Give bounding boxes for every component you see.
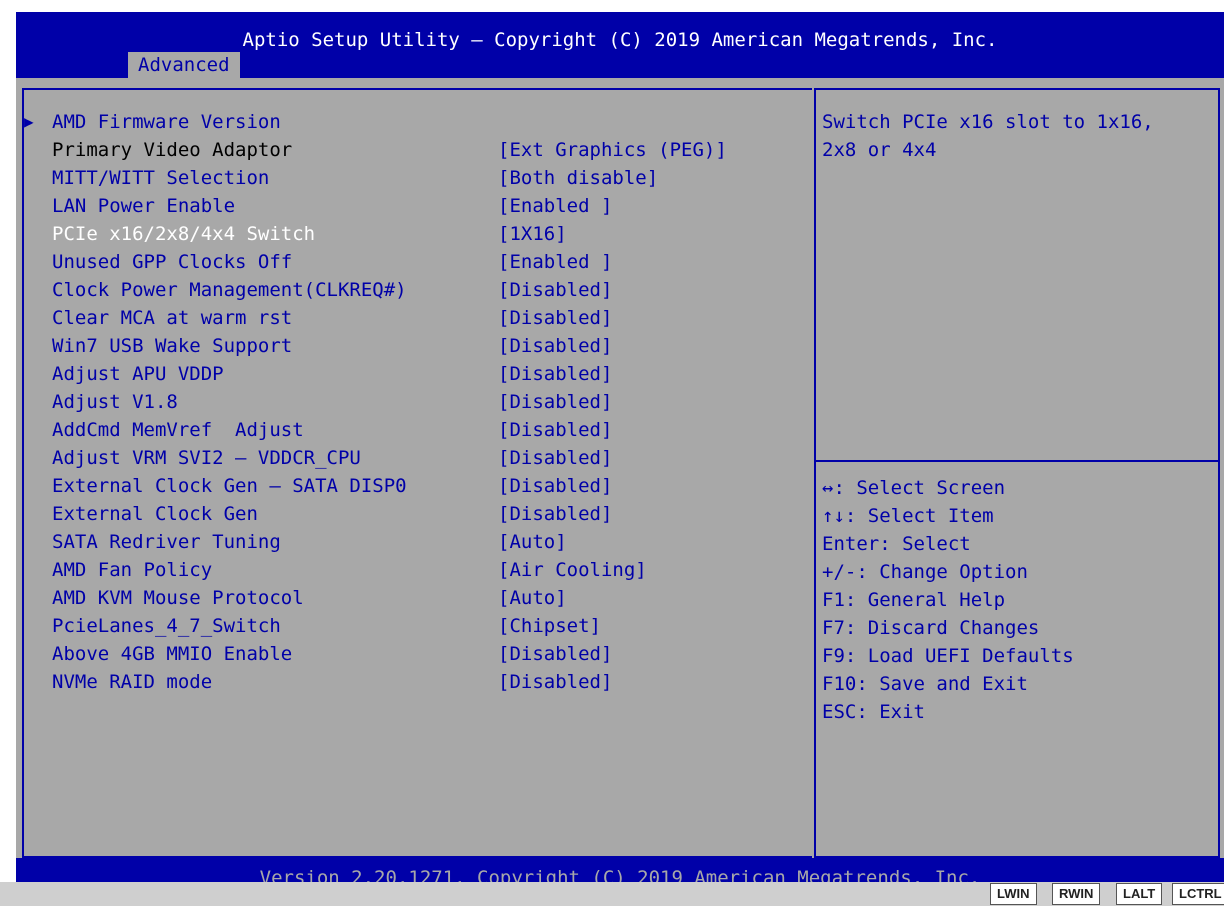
key-hint-load-defaults: F9: Load UEFI Defaults [822, 645, 1074, 667]
help-divider [816, 460, 1218, 462]
menu-item-value: [Auto] [498, 587, 567, 609]
menu-item-label: PcieLanes_4_7_Switch [52, 615, 281, 637]
menu-item-amd-fan-policy[interactable]: AMD Fan Policy [Air Cooling] [24, 556, 804, 584]
tab-advanced[interactable]: Advanced [128, 52, 240, 78]
key-hint-select-screen: ↔: Select Screen [822, 477, 1006, 499]
menu-item-value: [Enabled ] [498, 251, 613, 273]
menu-item-pcielanes-switch[interactable]: PcieLanes_4_7_Switch [Chipset] [24, 612, 804, 640]
menu-item-nvme-raid-mode[interactable]: NVMe RAID mode [Disabled] [24, 668, 804, 696]
menu-item-adjust-vrm-svi2[interactable]: Adjust VRM SVI2 – VDDCR_CPU [Disabled] [24, 444, 804, 472]
menu-item-adjust-apu-vddp[interactable]: Adjust APU VDDP [Disabled] [24, 360, 804, 388]
menu-item-clock-power-management[interactable]: Clock Power Management(CLKREQ#) [Disable… [24, 276, 804, 304]
key-hint-enter: Enter: Select [822, 533, 971, 555]
menu-item-value: [Disabled] [498, 447, 613, 469]
menu-item-label: Clear MCA at warm rst [52, 307, 293, 329]
menu-item-ext-clock-gen-sata[interactable]: External Clock Gen – SATA DISP0 [Disable… [24, 472, 804, 500]
kvm-key-lctrl[interactable]: LCTRL [1172, 883, 1224, 905]
menu-item-value: [1X16] [498, 223, 567, 245]
menu-item-value: [Disabled] [498, 419, 613, 441]
menu-item-ext-clock-gen[interactable]: External Clock Gen [Disabled] [24, 500, 804, 528]
key-hint-discard-changes: F7: Discard Changes [822, 617, 1040, 639]
menu-item-label: MITT/WITT Selection [52, 167, 270, 189]
key-hint-save-exit: F10: Save and Exit [822, 673, 1028, 695]
menu-item-value: [Disabled] [498, 335, 613, 357]
menu-item-value: [Disabled] [498, 391, 613, 413]
menu-item-label: Clock Power Management(CLKREQ#) [52, 279, 407, 301]
menu-item-label: Primary Video Adaptor [52, 139, 293, 161]
menu-item-value: [Disabled] [498, 503, 613, 525]
help-panel [814, 88, 1220, 858]
menu-item-adjust-v18[interactable]: Adjust V1.8 [Disabled] [24, 388, 804, 416]
menu-item-label: AMD Fan Policy [52, 559, 213, 581]
menu-item-value: [Auto] [498, 531, 567, 553]
menu-item-label: NVMe RAID mode [52, 671, 213, 693]
menu-item-label: Adjust VRM SVI2 – VDDCR_CPU [52, 447, 361, 469]
menu-item-label: SATA Redriver Tuning [52, 531, 281, 553]
menu-item-value: [Enabled ] [498, 195, 613, 217]
menu-item-label: Adjust V1.8 [52, 391, 178, 413]
key-hint-esc-exit: ESC: Exit [822, 701, 925, 723]
key-hint-change-option: +/-: Change Option [822, 561, 1028, 583]
menu-item-value: [Disabled] [498, 307, 613, 329]
key-hint-general-help: F1: General Help [822, 589, 1006, 611]
menu-item-clear-mca[interactable]: Clear MCA at warm rst [Disabled] [24, 304, 804, 332]
header-bar: Aptio Setup Utility – Copyright (C) 2019… [16, 12, 1224, 78]
menu-item-label: PCIe x16/2x8/4x4 Switch [52, 223, 316, 245]
menu-item-value: [Ext Graphics (PEG)] [498, 139, 727, 161]
menu-item-above-4gb-mmio[interactable]: Above 4GB MMIO Enable [Disabled] [24, 640, 804, 668]
menu-item-unused-gpp-clocks-off[interactable]: Unused GPP Clocks Off [Enabled ] [24, 248, 804, 276]
menu-item-value: [Disabled] [498, 671, 613, 693]
help-description-line: Switch PCIe x16 slot to 1x16, [822, 111, 1154, 133]
menu-item-value: [Disabled] [498, 643, 613, 665]
menu-item-pcie-switch[interactable]: PCIe x16/2x8/4x4 Switch [1X16] [24, 220, 804, 248]
menu-item-label: AMD Firmware Version [52, 111, 281, 133]
kvm-key-rwin[interactable]: RWIN [1052, 883, 1101, 905]
menu-item-mitt-witt-selection[interactable]: MITT/WITT Selection [Both disable] [24, 164, 804, 192]
menu-item-amd-firmware-version[interactable]: ▶ AMD Firmware Version [24, 108, 804, 136]
footer-bar: Version 2.20.1271. Copyright (C) 2019 Am… [16, 858, 1224, 882]
utility-title: Aptio Setup Utility – Copyright (C) 2019… [242, 29, 998, 51]
menu-item-label: LAN Power Enable [52, 195, 236, 217]
menu-item-label: Adjust APU VDDP [52, 363, 224, 385]
menu-item-value: [Disabled] [498, 363, 613, 385]
help-description-line: 2x8 or 4x4 [822, 139, 937, 161]
version-text: Version 2.20.1271. Copyright (C) 2019 Am… [259, 867, 981, 882]
menu-item-value: [Air Cooling] [498, 559, 647, 581]
bios-screen: Aptio Setup Utility – Copyright (C) 2019… [16, 12, 1224, 882]
menu-item-amd-kvm-mouse[interactable]: AMD KVM Mouse Protocol [Auto] [24, 584, 804, 612]
menu-item-primary-video-adaptor: Primary Video Adaptor [Ext Graphics (PEG… [24, 136, 804, 164]
menu-item-lan-power-enable[interactable]: LAN Power Enable [Enabled ] [24, 192, 804, 220]
menu-item-label: External Clock Gen – SATA DISP0 [52, 475, 407, 497]
menu-item-value: [Disabled] [498, 475, 613, 497]
menu-item-sata-redriver-tuning[interactable]: SATA Redriver Tuning [Auto] [24, 528, 804, 556]
menu-item-value: [Disabled] [498, 279, 613, 301]
kvm-key-lwin[interactable]: LWIN [990, 883, 1037, 905]
menu-item-label: External Clock Gen [52, 503, 258, 525]
main-area: ▶ AMD Firmware Version Primary Video Ada… [16, 78, 1224, 858]
kvm-toolbar: LWIN RWIN LALT LCTRL [0, 882, 1224, 906]
menu-item-label: Unused GPP Clocks Off [52, 251, 293, 273]
menu-item-value: [Chipset] [498, 615, 601, 637]
menu-item-label: AddCmd MemVref Adjust [52, 419, 304, 441]
menu-item-win7-usb-wake[interactable]: Win7 USB Wake Support [Disabled] [24, 332, 804, 360]
menu-item-addcmd-memvref[interactable]: AddCmd MemVref Adjust [Disabled] [24, 416, 804, 444]
kvm-key-lalt[interactable]: LALT [1116, 883, 1163, 905]
menu-item-value: [Both disable] [498, 167, 659, 189]
menu-item-label: Win7 USB Wake Support [52, 335, 293, 357]
submenu-arrow-icon: ▶ [24, 112, 34, 131]
menu-item-label: AMD KVM Mouse Protocol [52, 587, 304, 609]
key-hint-select-item: ↑↓: Select Item [822, 505, 994, 527]
menu-item-label: Above 4GB MMIO Enable [52, 643, 293, 665]
